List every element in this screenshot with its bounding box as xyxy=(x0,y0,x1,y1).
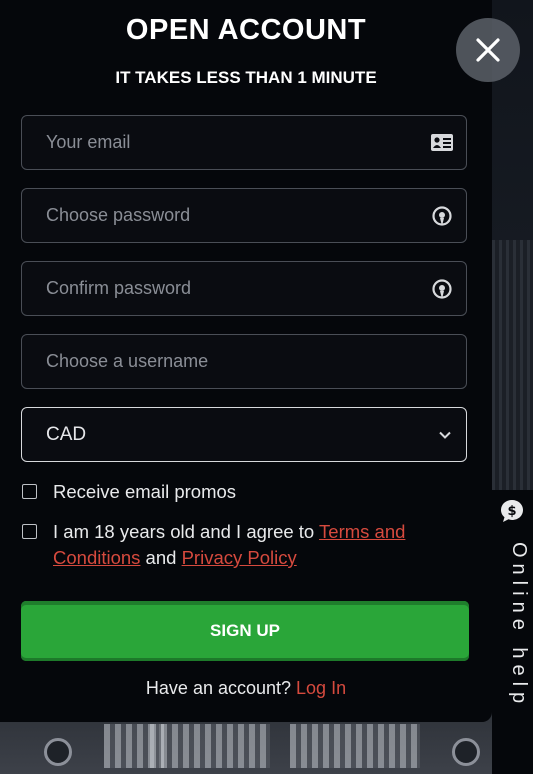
password-eye-icon[interactable] xyxy=(430,278,454,300)
and-text: and xyxy=(140,547,182,568)
privacy-link[interactable]: Privacy Policy xyxy=(182,547,297,568)
id-card-icon xyxy=(430,132,454,154)
email-promos-label: Receive email promos xyxy=(53,481,237,502)
page: OPEN ACCOUNT IT TAKES LESS THAN 1 MINUTE xyxy=(0,0,533,774)
svg-text:$: $ xyxy=(507,504,516,519)
sign-up-button[interactable]: SIGN UP xyxy=(21,601,469,661)
password-input[interactable] xyxy=(46,189,416,242)
online-help-label: Online help xyxy=(508,542,530,710)
password-eye-icon[interactable] xyxy=(430,205,454,227)
age-terms-label: I am 18 years old and I agree to Terms a… xyxy=(53,519,463,571)
chevron-down-icon xyxy=(439,431,451,439)
have-account-label: Have an account? xyxy=(145,678,297,698)
signup-modal: OPEN ACCOUNT IT TAKES LESS THAN 1 MINUTE xyxy=(0,0,492,722)
online-help-tab[interactable]: $ Online help xyxy=(492,490,533,774)
chat-help-icon: $ xyxy=(501,500,523,522)
currency-value: CAD xyxy=(46,424,87,445)
agree-text: I am 18 years old and I agree to xyxy=(53,521,320,542)
email-field[interactable] xyxy=(21,115,467,170)
close-icon xyxy=(476,38,500,62)
have-account-text: Have an account? Log In xyxy=(0,678,492,699)
email-promos-checkbox[interactable] xyxy=(22,484,37,499)
log-in-link[interactable]: Log In xyxy=(296,678,346,698)
email-input[interactable] xyxy=(46,116,416,169)
username-input[interactable] xyxy=(46,335,416,388)
password-field[interactable] xyxy=(21,188,467,243)
modal-title: OPEN ACCOUNT xyxy=(125,14,367,46)
modal-subtitle: IT TAKES LESS THAN 1 MINUTE xyxy=(115,68,377,87)
age-terms-checkbox[interactable] xyxy=(22,524,37,539)
close-button[interactable] xyxy=(456,18,520,82)
currency-select[interactable]: CAD xyxy=(21,407,467,462)
confirm-password-field[interactable] xyxy=(21,261,467,316)
confirm-password-input[interactable] xyxy=(46,262,416,315)
username-field[interactable] xyxy=(21,334,467,389)
